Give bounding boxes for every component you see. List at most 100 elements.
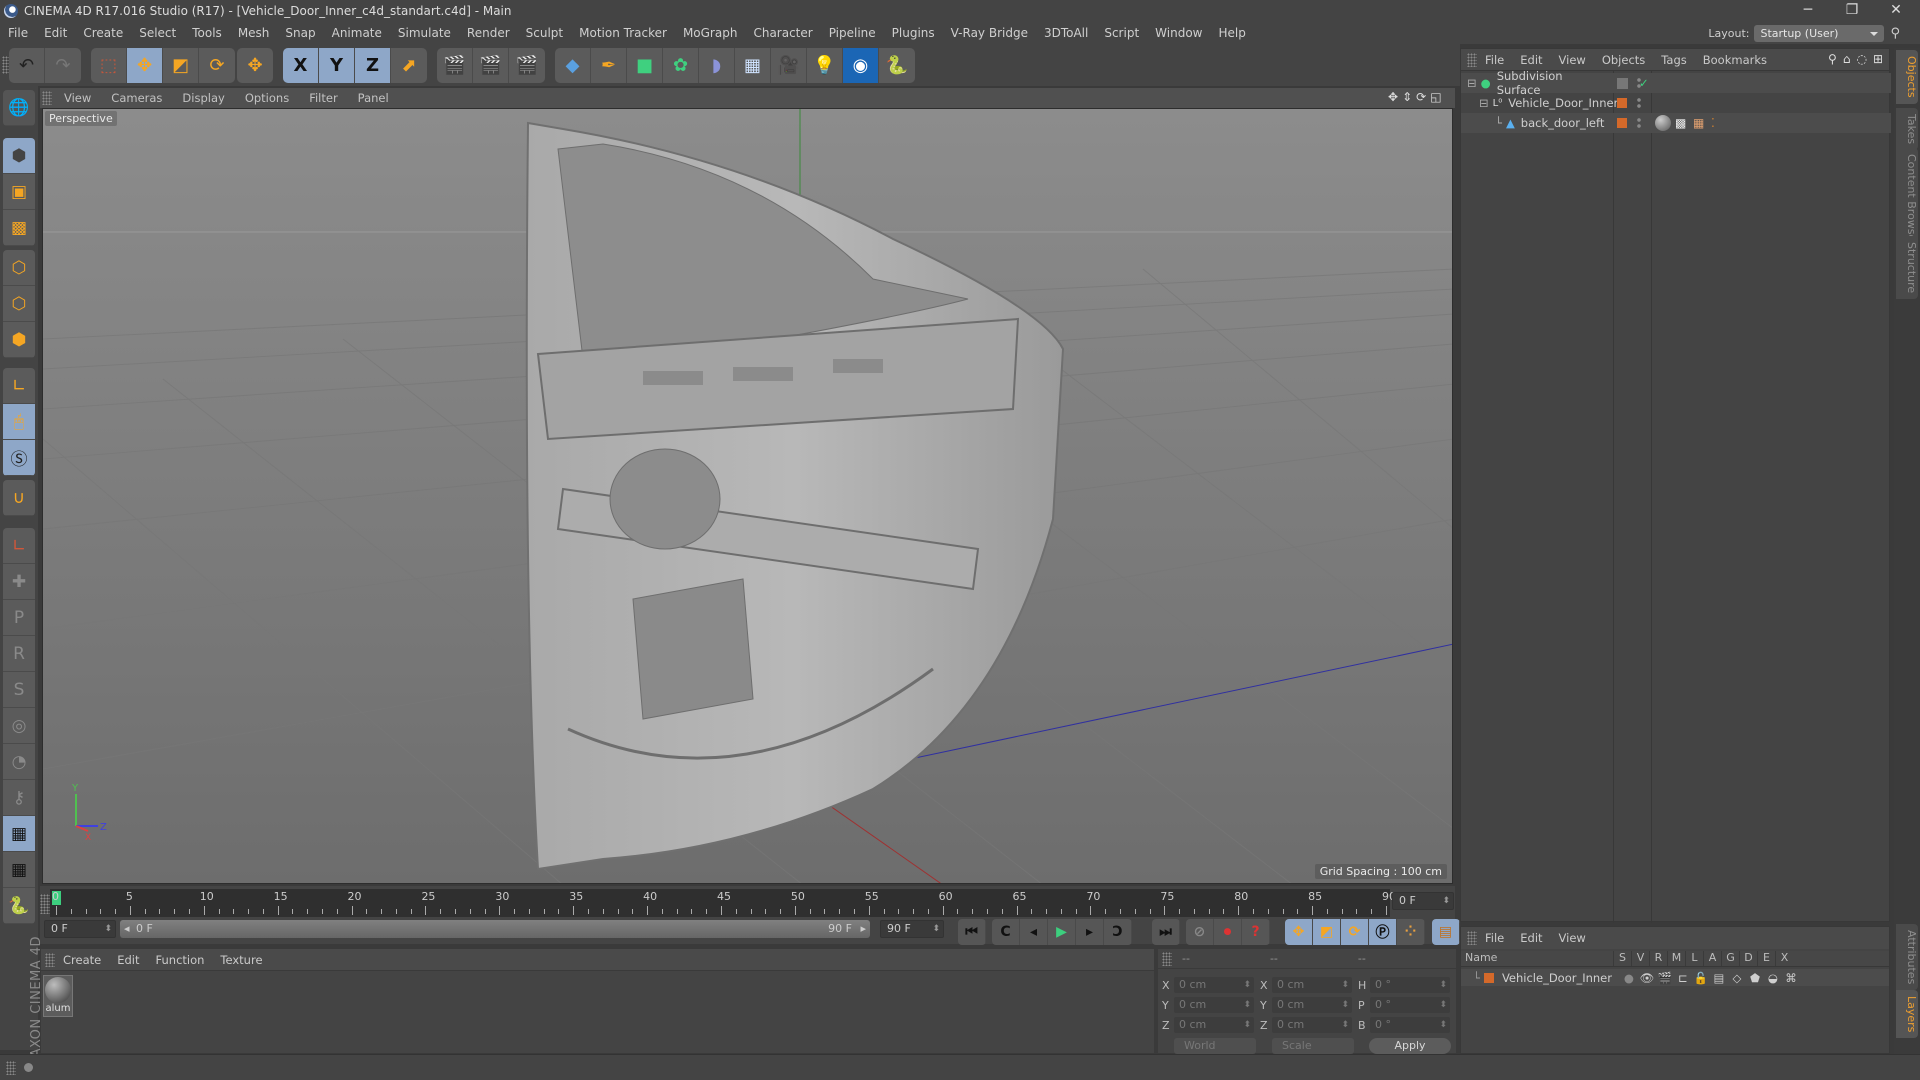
- live-selection-icon[interactable]: ⬚: [91, 48, 127, 83]
- rotation-h-field[interactable]: 0 °: [1370, 977, 1450, 993]
- frame-range-slider[interactable]: ◂ 0 F 90 F ▸: [120, 920, 870, 938]
- menu-window[interactable]: Window: [1147, 26, 1210, 40]
- object-menu-view[interactable]: View: [1551, 53, 1594, 67]
- menu-simulate[interactable]: Simulate: [390, 26, 459, 40]
- viewport-menu-panel[interactable]: Panel: [348, 91, 399, 105]
- edges-mode-icon[interactable]: ⬡: [3, 286, 35, 322]
- z-axis-icon[interactable]: Z: [355, 48, 391, 83]
- slider-start-handle[interactable]: ◂: [124, 920, 130, 938]
- object-menu-edit[interactable]: Edit: [1512, 53, 1550, 67]
- column-render[interactable]: R: [1649, 951, 1667, 966]
- axis-mode-icon[interactable]: ∟: [3, 368, 35, 404]
- menu-create[interactable]: Create: [75, 26, 131, 40]
- move-recent-icon[interactable]: ✥: [237, 48, 273, 83]
- layer-name[interactable]: Vehicle_Door_Inner: [1502, 971, 1620, 985]
- pen-spline-icon[interactable]: ✒: [591, 48, 627, 83]
- camera-label[interactable]: Perspective: [45, 111, 117, 126]
- scale-icon[interactable]: ◩: [163, 48, 199, 83]
- coordinate-system-dropdown[interactable]: World: [1174, 1038, 1256, 1054]
- object-row[interactable]: └ ▲ back_door_left ▩ ▦ ⁚: [1461, 113, 1891, 133]
- dolly-view-icon[interactable]: ⇕: [1402, 90, 1412, 104]
- tab-attributes[interactable]: Attributes: [1896, 924, 1918, 991]
- menu-script[interactable]: Script: [1096, 26, 1147, 40]
- viewport-grip[interactable]: [42, 91, 52, 105]
- column-solo[interactable]: S: [1613, 951, 1631, 966]
- menu-plugins[interactable]: Plugins: [884, 26, 943, 40]
- previous-keyframe-icon[interactable]: C: [992, 919, 1020, 945]
- column-deformers[interactable]: D: [1739, 951, 1757, 966]
- menu-select[interactable]: Select: [131, 26, 184, 40]
- camera-icon[interactable]: 🎥: [771, 48, 807, 83]
- object-menu-objects[interactable]: Objects: [1594, 53, 1653, 67]
- python-icon[interactable]: 🐍: [879, 48, 915, 83]
- visible-toggle-icon[interactable]: 👁: [1638, 971, 1656, 985]
- layer-menu-edit[interactable]: Edit: [1512, 931, 1550, 945]
- phong-tag-icon[interactable]: ⁚: [1711, 116, 1715, 130]
- collapse-icon[interactable]: ⊟: [1467, 76, 1477, 90]
- material-menu-edit[interactable]: Edit: [109, 953, 147, 967]
- v-ray-icon[interactable]: ◉: [843, 48, 879, 83]
- position-y-field[interactable]: 0 cm: [1174, 997, 1254, 1013]
- object-name[interactable]: Vehicle_Door_Inner: [1508, 96, 1618, 110]
- world-coordinates-icon[interactable]: ⬈: [391, 48, 427, 83]
- y-axis-icon[interactable]: Y: [319, 48, 355, 83]
- workplane-align-icon[interactable]: ▦: [3, 852, 35, 888]
- render-to-picture-viewer-icon[interactable]: 🎬: [473, 48, 509, 83]
- rotation-p-field[interactable]: 0 °: [1370, 997, 1450, 1013]
- play-icon[interactable]: ▶: [1048, 919, 1076, 945]
- collapse-icon[interactable]: ⊟: [1479, 96, 1489, 110]
- tweak-mode-icon[interactable]: 🖱: [3, 404, 35, 440]
- viewport-menu-cameras[interactable]: Cameras: [101, 91, 172, 105]
- column-locked[interactable]: L: [1685, 951, 1703, 966]
- timeline-ruler[interactable]: 0 5 10 15 20 25 30 35 40 45 50 55 60 65 70 75 80 85 90: [50, 889, 1396, 917]
- point-level-animation-icon[interactable]: ◎: [3, 708, 35, 744]
- psr-key-icon[interactable]: S: [3, 672, 35, 708]
- position-x-field[interactable]: 0 cm: [1174, 977, 1254, 993]
- key-icon[interactable]: ⚷: [3, 780, 35, 816]
- deformer-icon[interactable]: ◗: [699, 48, 735, 83]
- visibility-dots[interactable]: [1637, 117, 1641, 129]
- column-manager[interactable]: M: [1667, 951, 1685, 966]
- object-row[interactable]: ⊟ ● Subdivision Surface ✓: [1461, 69, 1891, 97]
- enabled-check-icon[interactable]: ✓: [1639, 76, 1649, 90]
- rotate-icon[interactable]: ⟳: [199, 48, 235, 83]
- xref-toggle-icon[interactable]: ⌘: [1782, 971, 1800, 985]
- search-icon[interactable]: ⚲: [1890, 26, 1900, 41]
- locked-workplane-axis-icon[interactable]: ∟: [3, 528, 35, 564]
- tab-structure[interactable]: Structure: [1896, 236, 1918, 300]
- solo-icon[interactable]: Ⓢ: [3, 440, 35, 476]
- size-z-field[interactable]: 0 cm: [1272, 1017, 1352, 1033]
- layer-grip[interactable]: [1467, 931, 1477, 945]
- generators-toggle-icon[interactable]: ◇: [1728, 971, 1746, 985]
- tab-takes[interactable]: Takes: [1896, 108, 1918, 151]
- snap-magnet-icon[interactable]: ∪: [3, 480, 35, 516]
- home-icon[interactable]: ⌂: [1843, 52, 1851, 66]
- undo-icon[interactable]: ↶: [9, 48, 45, 83]
- rotation-key-icon[interactable]: R: [3, 636, 35, 672]
- go-to-start-icon[interactable]: ⏮: [958, 919, 986, 945]
- material-menu-function[interactable]: Function: [148, 953, 213, 967]
- mograph-cloner-icon[interactable]: ✿: [663, 48, 699, 83]
- menu-sculpt[interactable]: Sculpt: [518, 26, 571, 40]
- current-frame-field[interactable]: 0 F: [1392, 892, 1454, 910]
- light-icon[interactable]: 💡: [807, 48, 843, 83]
- position-z-field[interactable]: 0 cm: [1174, 1017, 1254, 1033]
- timeline-grip[interactable]: [40, 894, 50, 914]
- menu-vray-bridge[interactable]: V-Ray Bridge: [943, 26, 1036, 40]
- workplane-lock-icon[interactable]: ▦: [3, 816, 35, 852]
- menu-3dtoall[interactable]: 3DToAll: [1036, 26, 1096, 40]
- timeline-icon[interactable]: ▤: [1432, 919, 1460, 945]
- viewport-menu-options[interactable]: Options: [235, 91, 299, 105]
- column-expressions[interactable]: E: [1757, 951, 1775, 966]
- layer-color-swatch[interactable]: [1617, 98, 1627, 108]
- column-visible[interactable]: V: [1631, 951, 1649, 966]
- size-x-field[interactable]: 0 cm: [1272, 977, 1352, 993]
- object-name[interactable]: back_door_left: [1521, 116, 1605, 130]
- render-settings-icon[interactable]: 🎬: [509, 48, 545, 83]
- render-toggle-icon[interactable]: 🎬: [1656, 971, 1674, 985]
- x-axis-icon[interactable]: X: [283, 48, 319, 83]
- layout-dropdown[interactable]: Startup (User): [1754, 25, 1885, 42]
- rotation-b-field[interactable]: 0 °: [1370, 1017, 1450, 1033]
- new-window-icon[interactable]: ⊞: [1873, 52, 1883, 66]
- menu-snap[interactable]: Snap: [277, 26, 323, 40]
